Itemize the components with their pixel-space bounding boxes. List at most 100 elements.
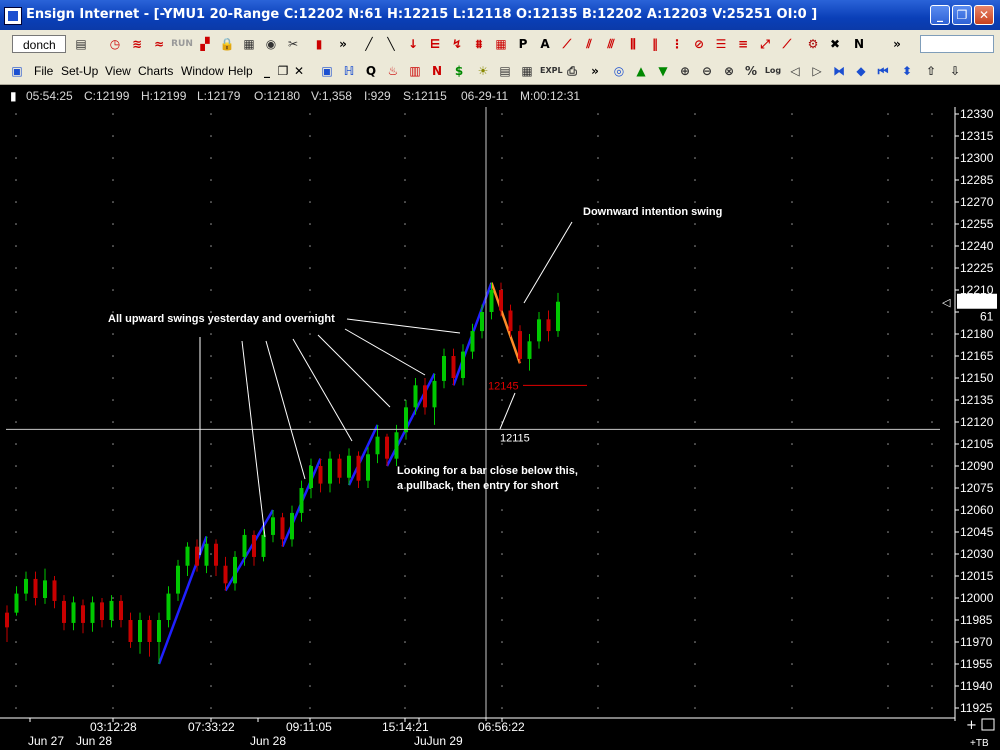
compress-icon[interactable]: ◆ [852,62,870,80]
time-label-5: 06:56:22 [478,720,525,734]
toolbar-combo[interactable] [920,35,994,53]
zoom-in-icon[interactable]: ⊕ [676,62,694,80]
dollar-icon[interactable]: $ [450,62,468,80]
a-icon[interactable]: A [536,35,554,53]
price-chart[interactable]: 12115 12145 All upward swings yesterday … [0,107,1000,750]
arrow-down-icon[interactable]: ⇩ [946,62,964,80]
run-icon[interactable]: RUN [170,35,194,53]
price-axis-label: 12150 [960,371,994,385]
scroll-right-icon[interactable]: ▷ [808,62,826,80]
line-tool-icon[interactable]: ╲ [382,35,400,53]
first-bar-icon[interactable]: ⏮ [874,62,892,80]
price-axis-label: 12165 [960,349,994,363]
time-label-1: 03:12:28 [90,720,137,734]
fib-icon[interactable]: ⋿ [426,35,444,53]
calc-icon[interactable]: ▦ [240,35,258,53]
line-tool-icon[interactable]: ╱ [360,35,378,53]
bars-icon[interactable]: ℍ [340,62,358,80]
menu-setup[interactable]: Set-Up [61,64,98,78]
p-icon[interactable]: P [514,35,532,53]
portfolio-icon[interactable]: ▤ [496,62,514,80]
arrow-down-icon[interactable]: ↓ [404,35,422,53]
info-interval: I:929 [364,89,391,103]
wave-icon[interactable]: ≋ [128,35,146,53]
fan-icon[interactable]: ⟋ [558,35,576,53]
app-menu-icon[interactable]: ▣ [8,62,26,80]
chart-icon[interactable]: ▥ [406,62,424,80]
date-label-1: Jun 27 [28,734,64,748]
grid-icon[interactable]: ▞ [196,35,214,53]
close-button[interactable]: ✕ [974,5,994,25]
fib-icon[interactable]: ☰ [712,35,730,53]
mdi-close-icon[interactable]: ✕ [290,62,308,80]
expl-icon[interactable]: EXPL [540,62,563,80]
table-icon[interactable]: ▦ [518,62,536,80]
chart-tab[interactable]: donch [12,35,66,53]
expand-icon[interactable]: ⧓ [830,62,848,80]
fib-icon[interactable]: ↯ [448,35,466,53]
zoom-out-icon[interactable]: ⊖ [698,62,716,80]
n-icon[interactable]: N [850,35,868,53]
menu-help[interactable]: Help [228,64,253,78]
gear-icon[interactable]: ⚙ [804,35,822,53]
annotation-looking-line2: a pullback, then entry for short [397,480,559,492]
annotation-downward-swing: Downward intention swing [583,206,722,218]
more-icon[interactable]: » [334,35,352,53]
lock-icon[interactable]: 🔒 [218,35,236,53]
fan-icon[interactable]: ⫽ [580,35,598,53]
price-axis-label: 12300 [960,151,994,165]
fan-icon[interactable]: ⫻ [602,35,620,53]
quote-icon[interactable]: Q [362,62,380,80]
info-marker: ▮ [10,89,17,103]
restore-button[interactable]: ❐ [952,5,972,25]
vert-expand-icon[interactable]: ⬍ [898,62,916,80]
more-icon[interactable]: » [888,35,906,53]
price-axis-label: 12090 [960,459,994,473]
price-axis-label: 11985 [960,613,993,627]
news-icon[interactable]: N [428,62,446,80]
fib-icon[interactable]: ≡ [734,35,752,53]
layout-icon[interactable]: ▣ [318,62,336,80]
fire-icon[interactable]: ♨ [384,62,402,80]
triangle-up-icon[interactable]: ▲ [632,62,650,80]
arrow-up-icon[interactable]: ⇧ [922,62,940,80]
menu-charts[interactable]: Charts [138,64,173,78]
scroll-left-icon[interactable]: ◁ [786,62,804,80]
info-date: 06-29-11 [461,89,509,103]
candle-icon[interactable]: ▮ [310,35,328,53]
minimize-button[interactable]: _ [930,5,950,25]
tools-icon[interactable]: ✂ [284,35,302,53]
price-axis-label: 12330 [960,107,994,121]
price-axis-label: 12225 [960,261,994,275]
corner-tb-label[interactable]: +TB [970,738,989,749]
more-icon[interactable]: » [586,62,604,80]
triangle-down-icon[interactable]: ▼ [654,62,672,80]
menu-view[interactable]: View [105,64,131,78]
info-s-value: S:12115 [403,89,447,103]
bars-icon[interactable]: ‖ [646,35,664,53]
line-tool-icon[interactable]: ⤢ [756,35,774,53]
print-icon[interactable]: ⎙ [563,62,581,80]
price-axis-label: 11925 [960,701,993,715]
alert-icon[interactable]: ☀ [474,62,492,80]
info-close: C:12199 [84,89,130,103]
app-icon[interactable] [4,7,22,25]
history-icon[interactable]: ◷ [106,35,124,53]
refresh-icon[interactable]: ◎ [610,62,628,80]
log-icon[interactable]: Log [764,62,782,80]
menu-file[interactable]: File [34,64,53,78]
percent-icon[interactable]: % [742,62,760,80]
line-tool-icon[interactable]: ⟋ [778,35,796,53]
wave-icon[interactable]: ≈ [150,35,168,53]
zoom-fit-icon[interactable]: ⊗ [720,62,738,80]
add-pane-icon[interactable]: + [966,718,977,733]
x-icon[interactable]: ✖ [826,35,844,53]
bars-icon[interactable]: ⫼ [624,35,642,53]
grid-icon[interactable]: ▦ [492,35,510,53]
bar-chart-icon[interactable]: ▤ [72,35,90,53]
fib-icon[interactable]: ⩩ [470,35,488,53]
bars-icon[interactable]: ⋮ [668,35,686,53]
circle-icon[interactable]: ⊘ [690,35,708,53]
media-icon[interactable]: ◉ [262,35,280,53]
menu-window[interactable]: Window [181,64,224,78]
